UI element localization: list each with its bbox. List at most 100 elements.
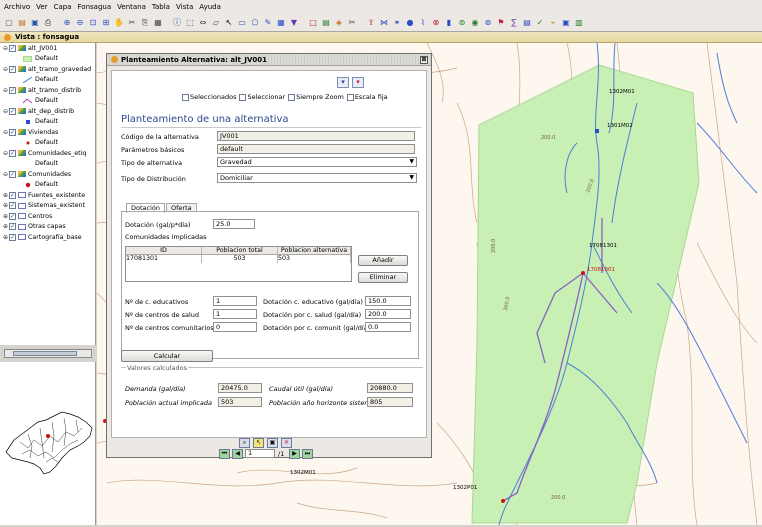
toc-row[interactable]: Default	[0, 96, 95, 107]
export-icon[interactable]: ⇪	[365, 17, 377, 29]
page-input[interactable]: 1	[245, 449, 275, 458]
layer-visibility-checkbox[interactable]: ✓	[9, 233, 16, 241]
expand-icon[interactable]: ⊕	[2, 213, 9, 220]
dialog-title-bar[interactable]: Planteamiento Alternativa: alt_JV001 ⊠	[107, 54, 431, 66]
select-rect-icon[interactable]: ▭	[236, 17, 248, 29]
column-header-pob-total[interactable]: Poblacion total	[202, 247, 278, 254]
layer-visibility-checkbox[interactable]: ✓	[9, 202, 16, 210]
scroll-thumb[interactable]	[13, 351, 77, 356]
menu-item[interactable]: Capa	[54, 3, 72, 11]
table-icon[interactable]: ▤	[320, 17, 332, 29]
toc-row[interactable]: ⊕ ✓ Centros	[0, 211, 95, 222]
info-icon[interactable]: ⓘ	[171, 17, 183, 29]
toc-row[interactable]: Default	[0, 159, 95, 170]
toc-row[interactable]: ⊖ ✓ Comunidades	[0, 169, 95, 180]
select-icon[interactable]: ⬚	[184, 17, 196, 29]
n-educativos-field[interactable]: 1	[213, 296, 257, 306]
expand-icon[interactable]: ⊖	[2, 129, 9, 136]
menu-item[interactable]: Fonsagua	[78, 3, 112, 11]
table-row[interactable]: 17081301 503 503	[126, 255, 351, 263]
zoom-extent-icon[interactable]: ⊡	[87, 17, 99, 29]
menu-item[interactable]: Ventana	[117, 3, 146, 11]
layer-icon[interactable]: ◈	[333, 17, 345, 29]
toc-row[interactable]: ⊖ ✓ Viviendas	[0, 127, 95, 138]
sheet-icon[interactable]: ▥	[573, 17, 585, 29]
save-icon[interactable]: ▣	[267, 438, 278, 448]
expand-icon[interactable]: ⊖	[2, 66, 9, 73]
rect-icon[interactable]: □	[307, 17, 319, 29]
toc-row[interactable]: ⊖ ✓ Comunidades_etiq	[0, 148, 95, 159]
zoom-out-icon[interactable]: ⊖	[74, 17, 86, 29]
last-record-icon[interactable]: ⏭	[302, 449, 313, 459]
new-icon[interactable]: ▢	[3, 17, 15, 29]
zoom-all-icon[interactable]: ⊞	[100, 17, 112, 29]
menu-item[interactable]: Ayuda	[199, 3, 221, 11]
network-icon[interactable]: ⊛	[482, 17, 494, 29]
zoom-in-icon[interactable]: ⊕	[61, 17, 73, 29]
toc-row[interactable]: ⊖ ✓ alt_tramo_gravedad	[0, 64, 95, 75]
layer-visibility-checkbox[interactable]: ✓	[9, 170, 16, 178]
clear-filter-icon[interactable]: ▾	[352, 77, 364, 88]
measure-icon[interactable]: ⇔	[197, 17, 209, 29]
toc-row[interactable]: Default	[0, 117, 95, 128]
expand-icon[interactable]: ⊕	[2, 223, 9, 230]
checkbox-seleccionar[interactable]: Seleccionar	[239, 93, 285, 101]
pan-icon[interactable]: ✋	[113, 17, 125, 29]
link-icon[interactable]: ⚭	[391, 17, 403, 29]
flag-icon[interactable]: ⚑	[495, 17, 507, 29]
layer-visibility-checkbox[interactable]: ✓	[9, 223, 16, 231]
dot-educativo-field[interactable]: 150.0	[365, 296, 411, 306]
parametros-field[interactable]: default	[217, 144, 415, 154]
column-header-pob-alt[interactable]: Poblacion alternativa	[278, 247, 351, 254]
close-button[interactable]: ⊠	[420, 55, 428, 64]
toc-row[interactable]: Default	[0, 75, 95, 86]
menu-item[interactable]: Tabla	[152, 3, 170, 11]
scissors-icon[interactable]: ✂	[346, 17, 358, 29]
menu-item[interactable]: Ver	[36, 3, 47, 11]
expand-icon[interactable]: ⊖	[2, 45, 9, 52]
expand-icon[interactable]: ⊕	[2, 202, 9, 209]
layer-visibility-checkbox[interactable]: ✓	[9, 149, 16, 157]
select-poly-icon[interactable]: ⬠	[249, 17, 261, 29]
delete-icon[interactable]: ✕	[281, 438, 292, 448]
overview-map[interactable]	[0, 362, 96, 525]
filter-icon[interactable]: ▾	[337, 77, 349, 88]
expand-icon[interactable]: ⊖	[2, 171, 9, 178]
next-record-icon[interactable]: ▶	[289, 449, 300, 459]
cut-icon[interactable]: ✂	[126, 17, 138, 29]
column-header-id[interactable]: ID	[126, 247, 202, 254]
layer-visibility-checkbox[interactable]: ✓	[9, 65, 16, 73]
print-icon[interactable]: ⎙	[42, 17, 54, 29]
layer-visibility-checkbox[interactable]: ✓	[9, 86, 16, 94]
pointer-icon[interactable]: ↖	[223, 17, 235, 29]
toc-row[interactable]: ⊖ ✓ alt_tramo_distrib	[0, 85, 95, 96]
toc-row[interactable]: ⊕ ✓ Fuentes_existente	[0, 190, 95, 201]
save-icon[interactable]: ▣	[29, 17, 41, 29]
paste-icon[interactable]: ▦	[152, 17, 164, 29]
select-record-icon[interactable]: ↖	[253, 438, 264, 448]
toc-row[interactable]: ⊖ ✓ alt_JV001	[0, 43, 95, 54]
pipe-icon[interactable]: ⌇	[417, 17, 429, 29]
checkbox-siempre-zoom[interactable]: Siempre Zoom	[288, 93, 344, 101]
prev-record-icon[interactable]: ◀	[232, 449, 243, 459]
layer-visibility-checkbox[interactable]: ✓	[9, 128, 16, 136]
remove-button[interactable]: Eliminar	[358, 272, 408, 283]
toc-row[interactable]: Default	[0, 180, 95, 191]
open-icon[interactable]: ▤	[16, 17, 28, 29]
first-record-icon[interactable]: ⏮	[219, 449, 230, 459]
expand-icon[interactable]: ⊕	[2, 192, 9, 199]
toc-row[interactable]: ⊕ ✓ Cartografía_base	[0, 232, 95, 243]
toc-row[interactable]: Default	[0, 54, 95, 65]
n-salud-field[interactable]: 1	[213, 309, 257, 319]
expand-icon[interactable]: ⊖	[2, 108, 9, 115]
area-icon[interactable]: ▱	[210, 17, 222, 29]
toc-scrollbar[interactable]	[4, 349, 92, 358]
check-icon[interactable]: ✓	[534, 17, 546, 29]
n-comunitarios-field[interactable]: 0	[213, 322, 257, 332]
tipo-distribucion-select[interactable]: Domiciliar ▼	[217, 173, 417, 183]
menu-item[interactable]: Vista	[176, 3, 193, 11]
checkbox-seleccionados[interactable]: Seleccionados	[182, 93, 236, 101]
source-icon[interactable]: ◉	[469, 17, 481, 29]
node-icon[interactable]: ●	[404, 17, 416, 29]
valve-icon[interactable]: ⊗	[430, 17, 442, 29]
